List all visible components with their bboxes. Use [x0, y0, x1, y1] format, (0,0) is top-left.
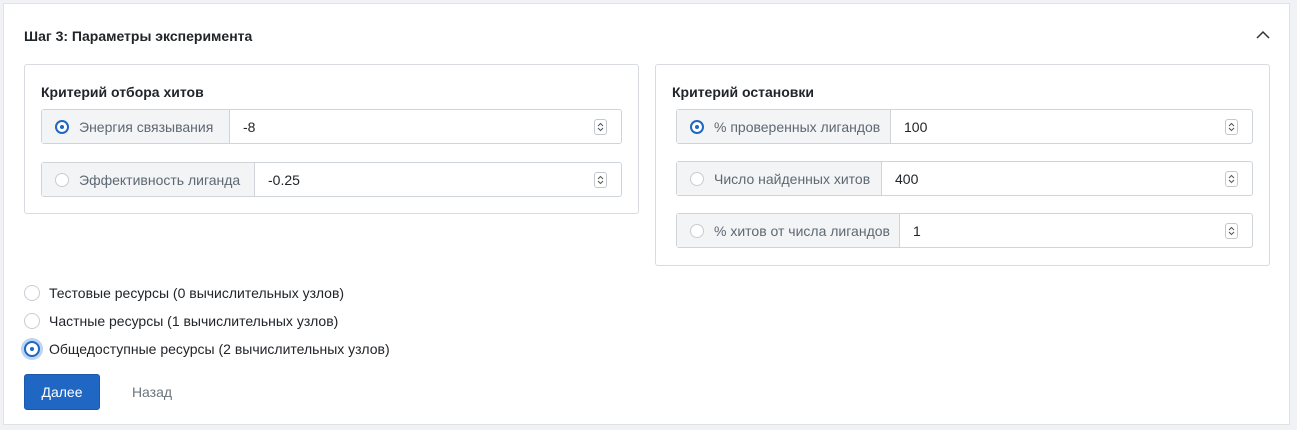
found-hits-label-box[interactable]: Число найденных хитов: [677, 162, 882, 195]
hits-percent-value: 1: [913, 222, 921, 239]
resource-option-private[interactable]: Частные ресурсы (1 вычислительных узлов): [24, 312, 338, 330]
resource-public-label: Общедоступные ресурсы (2 вычислительных …: [49, 341, 390, 357]
checked-ligands-value: 100: [904, 118, 928, 135]
ligand-efficiency-row: Эффективность лиганда -0.25: [41, 162, 622, 197]
checked-ligands-input[interactable]: 100: [891, 110, 1252, 143]
hits-percent-radio[interactable]: [690, 223, 704, 238]
binding-energy-label-box[interactable]: Энергия связывания: [42, 110, 230, 143]
resource-public-radio[interactable]: [24, 341, 40, 357]
checked-ligands-spinner[interactable]: [1225, 119, 1238, 135]
hits-percent-spinner[interactable]: [1225, 223, 1238, 239]
resource-private-radio[interactable]: [24, 313, 40, 329]
ligand-efficiency-radio[interactable]: [55, 172, 69, 187]
ligand-efficiency-spinner[interactable]: [594, 172, 607, 188]
hits-percent-label: % хитов от числа лигандов: [714, 222, 890, 239]
ligand-efficiency-value: -0.25: [268, 171, 300, 188]
found-hits-label: Число найденных хитов: [714, 170, 871, 187]
stop-criterion-panel: Критерий остановки % проверенных лигандо…: [655, 64, 1270, 266]
found-hits-input[interactable]: 400: [882, 162, 1252, 195]
checked-ligands-label: % проверенных лигандов: [714, 118, 881, 135]
experiment-parameters-card: Шаг 3: Параметры эксперимента Критерий о…: [3, 3, 1290, 425]
found-hits-row: Число найденных хитов 400: [676, 161, 1253, 196]
resource-test-label: Тестовые ресурсы (0 вычислительных узлов…: [49, 285, 345, 301]
hits-percent-label-box[interactable]: % хитов от числа лигандов: [677, 214, 900, 247]
ligand-efficiency-label-box[interactable]: Эффективность лиганда: [42, 163, 255, 196]
binding-energy-row: Энергия связывания -8: [41, 109, 622, 144]
chevron-up-icon[interactable]: [1254, 26, 1272, 44]
binding-energy-input[interactable]: -8: [230, 110, 621, 143]
back-button[interactable]: Назад: [120, 374, 184, 410]
checked-ligands-radio[interactable]: [690, 119, 704, 134]
next-button[interactable]: Далее: [24, 374, 100, 410]
found-hits-value: 400: [895, 170, 919, 187]
hit-criterion-title: Критерий отбора хитов: [41, 84, 204, 100]
hits-percent-input[interactable]: 1: [900, 214, 1252, 247]
step-title: Шаг 3: Параметры эксперимента: [24, 28, 253, 44]
binding-energy-label: Энергия связывания: [79, 118, 214, 135]
binding-energy-radio[interactable]: [55, 119, 69, 134]
checked-ligands-row: % проверенных лигандов 100: [676, 109, 1253, 144]
stop-criterion-title: Критерий остановки: [672, 84, 815, 100]
checked-ligands-label-box[interactable]: % проверенных лигандов: [677, 110, 891, 143]
resource-option-public[interactable]: Общедоступные ресурсы (2 вычислительных …: [24, 340, 390, 358]
hits-percent-row: % хитов от числа лигандов 1: [676, 213, 1253, 248]
resource-test-radio[interactable]: [24, 285, 40, 301]
binding-energy-spinner[interactable]: [594, 119, 607, 135]
resource-private-label: Частные ресурсы (1 вычислительных узлов): [49, 313, 339, 329]
found-hits-spinner[interactable]: [1225, 171, 1238, 187]
resource-option-test[interactable]: Тестовые ресурсы (0 вычислительных узлов…: [24, 284, 344, 302]
found-hits-radio[interactable]: [690, 171, 704, 186]
ligand-efficiency-input[interactable]: -0.25: [255, 163, 621, 196]
binding-energy-value: -8: [243, 118, 256, 135]
hit-criterion-panel: Критерий отбора хитов Энергия связывания…: [24, 64, 639, 214]
ligand-efficiency-label: Эффективность лиганда: [79, 171, 241, 188]
